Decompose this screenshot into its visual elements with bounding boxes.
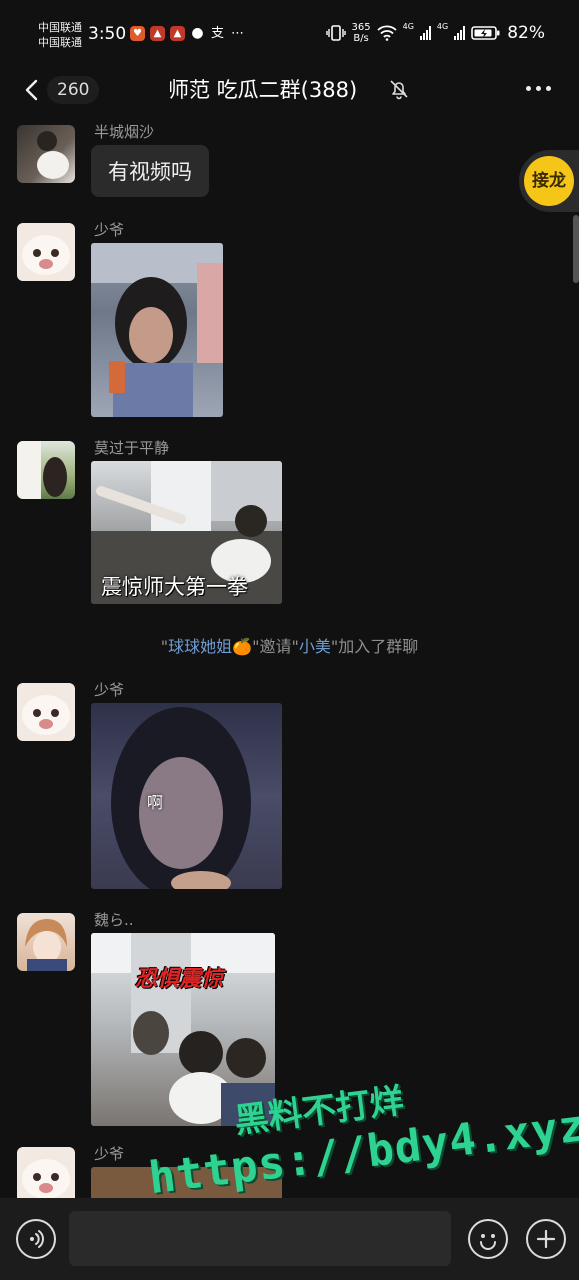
scrollbar-thumb[interactable] <box>573 215 579 283</box>
network-type-2: 4G <box>436 22 449 31</box>
anime-avatar-image <box>25 919 67 971</box>
avatar[interactable] <box>17 1147 75 1198</box>
image-caption: 恐惧震惊 <box>135 967 224 992</box>
sender-name: 少爷 <box>94 221 125 239</box>
cat-avatar-image <box>22 695 70 735</box>
pay-notification-icon: 支 <box>210 26 224 41</box>
image-caption: 震惊师大第一拳 <box>101 575 248 599</box>
app-notification-icon: ▲ <box>170 26 185 41</box>
status-time: 3:50 <box>88 24 127 44</box>
image-caption: 啊 <box>147 793 164 812</box>
battery-percent: 82% <box>507 23 545 43</box>
plus-icon <box>536 1229 556 1249</box>
net-speed: 365 B/s <box>351 22 371 44</box>
vibrate-icon <box>325 25 346 41</box>
jielong-label: 接龙 <box>524 156 574 206</box>
avatar-image <box>37 131 69 179</box>
back-button[interactable] <box>18 76 46 104</box>
voice-icon <box>30 1230 44 1248</box>
plus-button[interactable] <box>526 1219 566 1259</box>
inviter-name[interactable]: 球球她姐🍊 <box>168 637 252 656</box>
avatar[interactable] <box>17 683 75 741</box>
app-notification-icon: ▲ <box>150 26 165 41</box>
carrier-2: 中国联通 <box>38 36 82 49</box>
photo-content <box>91 243 223 417</box>
sender-name: 魏ら.. <box>94 911 134 929</box>
notification-icons: ♥ ▲ ▲ ● 支 ⋯ <box>130 26 245 41</box>
status-bar: 中国联通 中国联通 3:50 ♥ ▲ ▲ ● 支 ⋯ 365 B/s 4G 4G <box>0 0 579 68</box>
more-notifications-icon: ⋯ <box>231 26 244 41</box>
sender-name: 少爷 <box>94 1145 125 1163</box>
avatar[interactable] <box>17 125 75 183</box>
carrier-1: 中国联通 <box>38 21 82 34</box>
network-type-1: 4G <box>402 22 414 31</box>
photo-content <box>111 707 251 889</box>
image-message[interactable] <box>91 243 223 417</box>
system-message: "球球她姐🍊"邀请"小美"加入了群聊 <box>160 637 419 656</box>
jielong-button[interactable]: 接龙 <box>519 150 579 212</box>
unread-count-badge[interactable]: 260 <box>47 76 100 104</box>
emoji-icon <box>480 1234 496 1250</box>
avatar[interactable] <box>17 441 75 499</box>
signal-icon <box>454 26 466 40</box>
image-message[interactable]: 啊 <box>91 703 282 889</box>
sender-name: 少爷 <box>94 681 125 699</box>
wifi-icon <box>376 25 397 41</box>
voice-button[interactable] <box>16 1219 56 1259</box>
input-bar <box>0 1198 579 1280</box>
sender-name: 半城烟沙 <box>94 123 155 141</box>
carrier-labels: 中国联通 中国联通 <box>38 20 82 50</box>
chat-header: 260 师范 吃瓜二群(388) <box>0 68 579 113</box>
invitee-name[interactable]: 小美 <box>299 637 331 656</box>
chat-messages[interactable]: 半城烟沙 有视频吗 少爷 莫过于平静 震惊师大第一拳 "球球她姐🍊"邀请"小美"… <box>0 113 579 1198</box>
chat-notification-icon: ● <box>191 25 204 41</box>
text-bubble[interactable]: 有视频吗 <box>91 145 209 197</box>
message-input[interactable] <box>69 1211 451 1266</box>
cat-avatar-image <box>22 1159 70 1198</box>
signal-icon <box>419 26 431 40</box>
image-message[interactable]: 震惊师大第一拳 <box>91 461 282 604</box>
more-button[interactable] <box>522 78 555 99</box>
status-indicators: 365 B/s 4G 4G 82% <box>325 22 545 44</box>
avatar[interactable] <box>17 223 75 281</box>
more-icon <box>526 86 531 91</box>
emoji-button[interactable] <box>468 1219 508 1259</box>
mute-bell-icon <box>390 80 408 100</box>
avatar-image <box>17 441 67 499</box>
group-title[interactable]: 师范 吃瓜二群(388) <box>168 74 357 104</box>
cat-avatar-image <box>22 235 70 275</box>
app-notification-icon: ♥ <box>130 26 145 41</box>
sender-name: 莫过于平静 <box>94 439 170 457</box>
avatar[interactable] <box>17 913 75 971</box>
battery-icon <box>471 26 500 40</box>
back-icon <box>25 79 38 101</box>
